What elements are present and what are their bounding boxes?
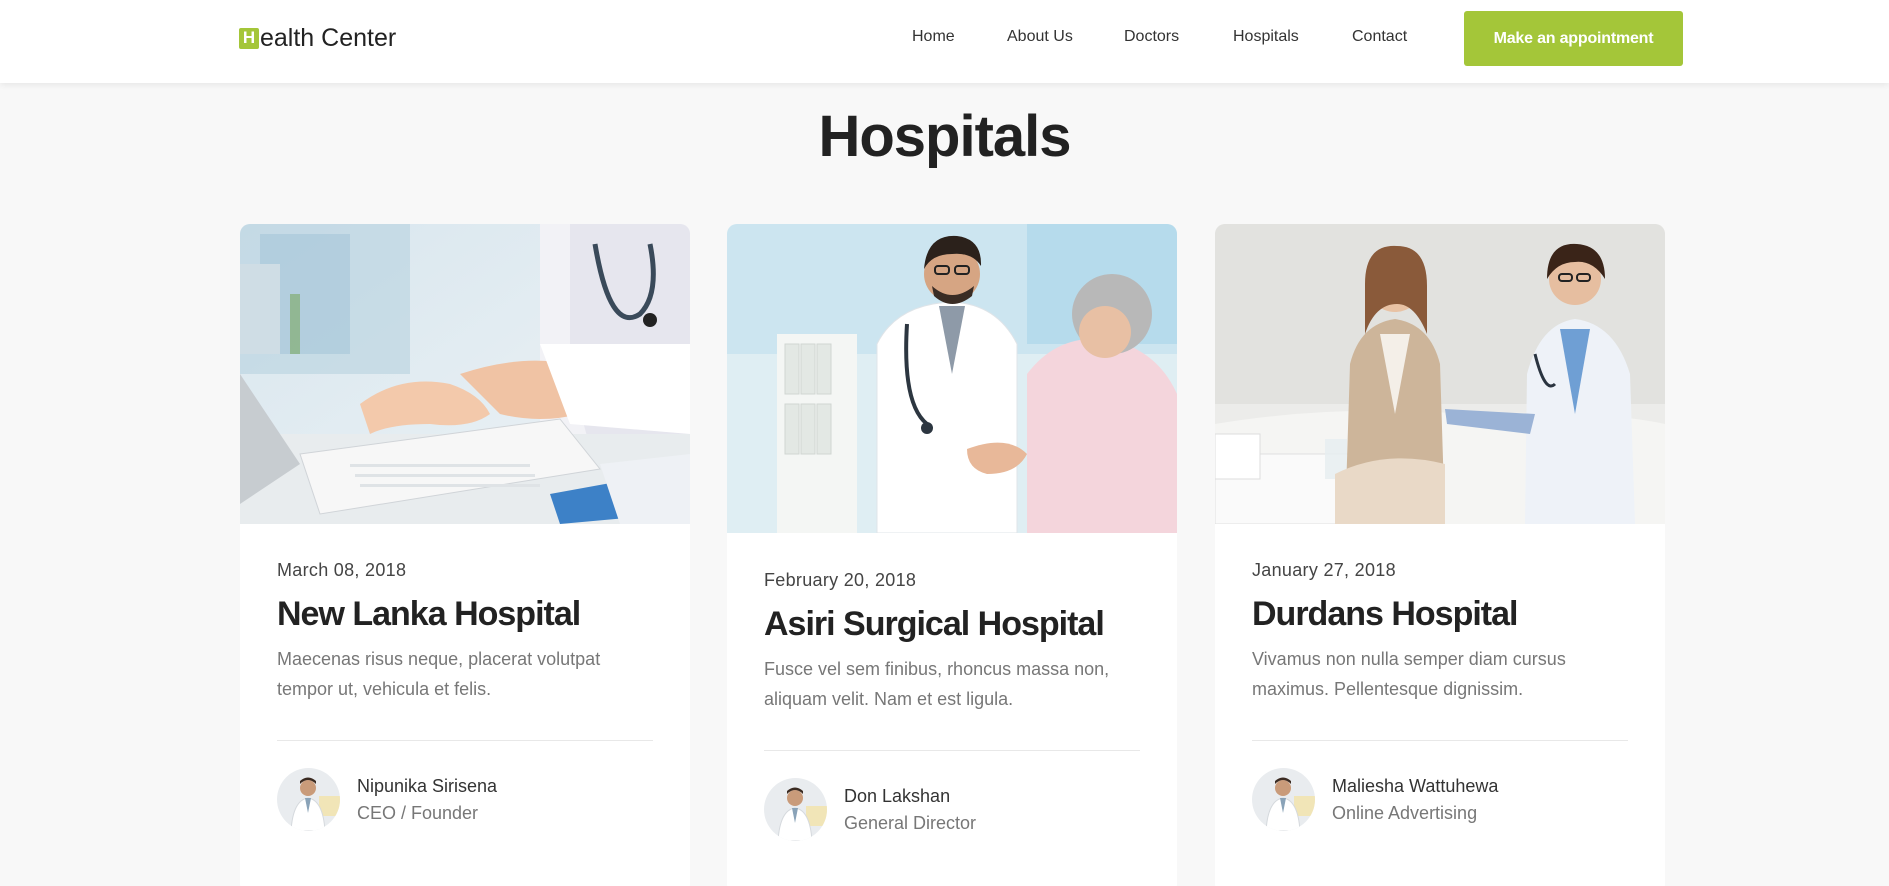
hospital-card[interactable]: February 20, 2018 Asiri Surgical Hospita… [727,224,1177,886]
hospital-card[interactable]: March 08, 2018 New Lanka Hospital Maecen… [240,224,690,886]
card-description: Vivamus non nulla semper diam cursus max… [1252,649,1566,699]
brand-logo-mark: H [239,27,259,49]
card-divider [764,750,1140,751]
card-title[interactable]: Asiri Surgical Hospital [764,605,1140,644]
nav-contact[interactable]: Contact [1352,28,1407,46]
doctor-typing-on-laptop-photo [240,224,690,524]
card-body: February 20, 2018 Asiri Surgical Hospita… [764,570,1140,841]
card-body: March 08, 2018 New Lanka Hospital Maecen… [277,560,653,831]
brand-name: ealth Center [260,23,397,52]
doctor-with-patient-on-sofa-photo [1215,224,1665,524]
hospital-card[interactable]: January 27, 2018 Durdans Hospital Vivamu… [1215,224,1665,886]
author-avatar [764,778,827,841]
nav-home[interactable]: Home [912,28,955,46]
card-description: Maecenas risus neque, placerat volutpat … [277,649,601,699]
card-title[interactable]: Durdans Hospital [1252,595,1628,634]
author-role: Online Advertising [1332,802,1478,823]
card-image [240,224,690,524]
brand-logo[interactable]: H ealth Center [239,24,396,52]
card-author: Don Lakshan General Director [764,778,1140,841]
card-author: Nipunika Sirisena CEO / Founder [277,768,653,831]
author-avatar [1252,768,1315,831]
nav-about-us[interactable]: About Us [1007,28,1073,46]
nav-hospitals[interactable]: Hospitals [1233,28,1299,46]
make-appointment-button[interactable]: Make an appointment [1464,11,1683,66]
card-date: February 20, 2018 [764,570,917,590]
card-date: January 27, 2018 [1252,560,1396,580]
card-divider [1252,740,1628,741]
author-name: Don Lakshan [844,785,951,806]
card-image [727,224,1177,533]
author-name: Maliesha Wattuhewa [1332,775,1499,796]
card-title[interactable]: New Lanka Hospital [277,595,653,634]
card-author: Maliesha Wattuhewa Online Advertising [1252,768,1628,831]
card-divider [277,740,653,741]
card-date: March 08, 2018 [277,560,407,580]
page-title: Hospitals [818,104,1071,169]
author-avatar [277,768,340,831]
card-body: January 27, 2018 Durdans Hospital Vivamu… [1252,560,1628,831]
card-image [1215,224,1665,524]
nav-doctors[interactable]: Doctors [1124,28,1179,46]
doctor-greeting-elderly-patient-photo [727,224,1177,533]
card-description: Fusce vel sem finibus, rhoncus massa non… [764,659,1110,709]
author-name: Nipunika Sirisena [357,775,498,796]
top-navbar: H ealth Center Home About Us Doctors Hos… [0,0,1889,83]
author-role: General Director [844,812,977,833]
author-role: CEO / Founder [357,802,479,823]
